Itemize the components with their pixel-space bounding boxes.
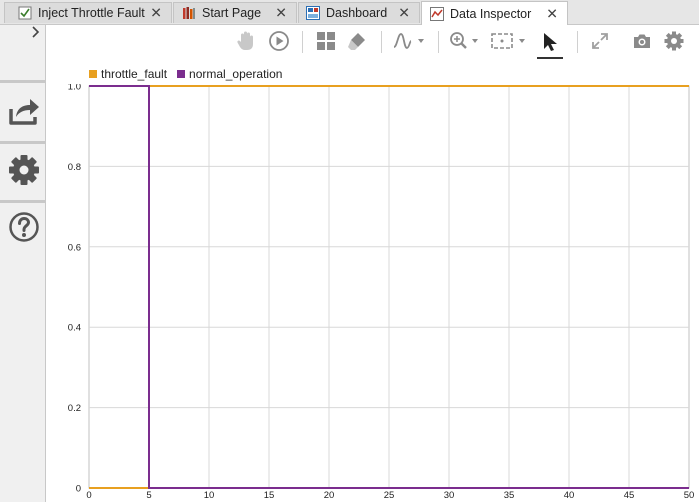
model-icon <box>18 6 32 20</box>
y-tick-label: 0.6 <box>68 242 81 253</box>
settings-button[interactable] <box>6 153 42 189</box>
tab-label: Data Inspector <box>450 6 532 21</box>
divider <box>0 80 46 83</box>
dashboard-icon <box>306 6 320 20</box>
x-tick-label: 35 <box>504 490 515 501</box>
zoom-dropdown[interactable] <box>449 29 483 55</box>
eraser-icon <box>346 31 368 54</box>
close-icon[interactable]: ✕ <box>546 5 558 22</box>
tab-dashboard[interactable]: Dashboard ✕ <box>298 2 420 23</box>
chevron-right-icon[interactable] <box>30 25 40 42</box>
tab-data-inspector[interactable]: Data Inspector ✕ <box>421 1 568 25</box>
signal-style-dropdown[interactable] <box>391 29 427 55</box>
legend-item-throttle-fault[interactable]: throttle_fault <box>89 67 167 81</box>
tab-start-page[interactable]: Start Page ✕ <box>173 2 297 23</box>
pan-button[interactable] <box>233 29 259 55</box>
divider <box>0 200 46 203</box>
legend-swatch <box>177 70 186 78</box>
gear-icon <box>8 154 40 189</box>
y-tick-label: 1.0 <box>68 84 81 93</box>
divider <box>381 31 382 53</box>
cursor-icon <box>541 32 559 55</box>
play-button[interactable] <box>266 29 292 55</box>
library-icon <box>182 6 196 20</box>
y-tick-label: 0.8 <box>68 162 81 173</box>
divider <box>0 141 46 144</box>
x-tick-label: 30 <box>444 490 455 501</box>
close-icon[interactable]: ✕ <box>398 5 410 22</box>
legend-label: throttle_fault <box>101 67 168 81</box>
y-tick-label: 0 <box>76 484 81 495</box>
fit-to-view-dropdown[interactable] <box>489 29 529 55</box>
layout-grid-icon <box>316 31 336 54</box>
settings-toolbar-button[interactable] <box>661 29 687 55</box>
cursor-button[interactable] <box>537 29 563 59</box>
settings-icon <box>664 31 684 54</box>
divider <box>577 31 578 53</box>
layout-button[interactable] <box>313 29 339 55</box>
x-tick-label: 50 <box>684 490 695 501</box>
pan-hand-icon <box>236 30 256 55</box>
x-tick-label: 45 <box>624 490 635 501</box>
expand-button[interactable] <box>587 29 613 55</box>
legend-item-normal-operation[interactable]: normal_operation <box>177 67 282 81</box>
help-icon <box>8 211 40 246</box>
signal-plot[interactable]: 0 5 10 15 20 25 30 35 40 45 50 0 0.2 0.4 0.6 0.8 1.0 <box>47 84 699 502</box>
y-tick-label: 0.2 <box>68 403 81 414</box>
divider <box>438 31 439 53</box>
x-tick-label: 0 <box>86 490 91 501</box>
share-button[interactable] <box>6 94 42 130</box>
y-tick-label: 0.4 <box>68 323 81 334</box>
x-tick-label: 10 <box>204 490 215 501</box>
legend-swatch <box>89 70 97 78</box>
share-icon <box>7 95 41 130</box>
legend-label: normal_operation <box>189 67 283 81</box>
signal-style-icon <box>392 31 426 54</box>
help-button[interactable] <box>6 210 42 246</box>
expand-icon <box>590 31 610 54</box>
left-sidebar <box>0 25 46 502</box>
fit-to-view-icon <box>489 31 529 54</box>
x-tick-label: 40 <box>564 490 575 501</box>
close-icon[interactable]: ✕ <box>150 5 162 22</box>
chart-legend: throttle_fault normal_operation <box>89 66 292 82</box>
tab-label: Start Page <box>202 6 262 20</box>
x-tick-label: 25 <box>384 490 395 501</box>
x-tick-label: 5 <box>146 490 151 501</box>
tab-inject-throttle-fault[interactable]: Inject Throttle Fault ✕ <box>4 2 172 23</box>
x-tick-label: 20 <box>324 490 335 501</box>
zoom-in-icon <box>449 31 483 54</box>
snapshot-icon <box>632 32 652 53</box>
snapshot-button[interactable] <box>629 29 655 55</box>
tab-label: Inject Throttle Fault <box>38 6 145 20</box>
play-icon <box>268 30 290 55</box>
toolbar <box>47 25 699 59</box>
clear-button[interactable] <box>344 29 370 55</box>
x-tick-label: 15 <box>264 490 275 501</box>
tab-label: Dashboard <box>326 6 388 20</box>
divider <box>302 31 303 53</box>
close-icon[interactable]: ✕ <box>275 5 287 22</box>
data-inspector-icon <box>430 6 444 21</box>
tab-strip: Inject Throttle Fault ✕ Start Page ✕ Das… <box>0 0 699 25</box>
